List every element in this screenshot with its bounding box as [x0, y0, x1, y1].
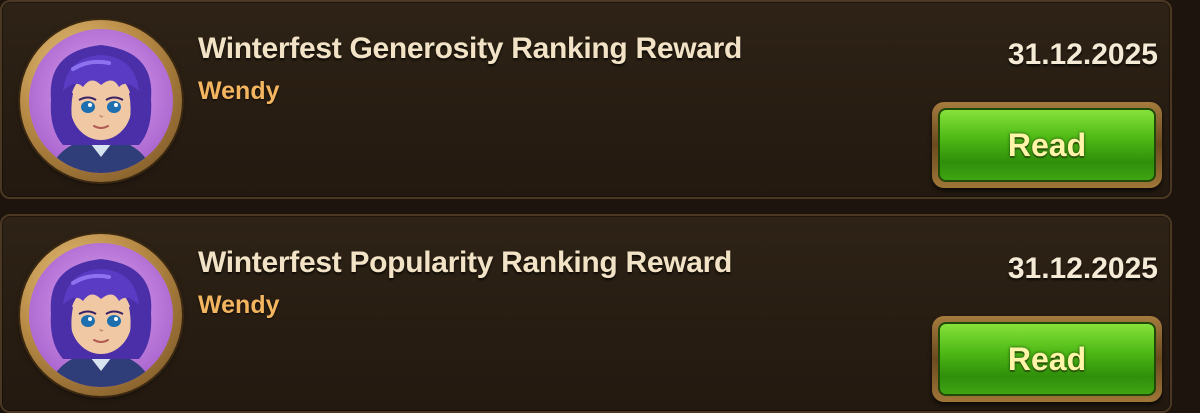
mail-sender: Wendy	[198, 77, 280, 105]
mail-item[interactable]: Winterfest Popularity Ranking Reward Wen…	[0, 214, 1172, 413]
read-button-face[interactable]: Read	[938, 322, 1156, 396]
mail-date: 31.12.2025	[1007, 38, 1158, 71]
mail-sender: Wendy	[198, 291, 280, 319]
avatar	[20, 234, 182, 396]
read-button-face[interactable]: Read	[938, 108, 1156, 182]
avatar	[20, 20, 182, 182]
mail-title: Winterfest Generosity Ranking Reward	[198, 32, 743, 65]
read-button-label: Read	[1007, 340, 1087, 377]
read-button[interactable]: Read	[932, 102, 1162, 188]
mail-date: 31.12.2025	[1007, 252, 1158, 285]
mail-item[interactable]: Winterfest Generosity Ranking Reward Wen…	[0, 0, 1172, 199]
wendy-portrait-icon	[29, 243, 173, 387]
wendy-portrait-icon	[29, 29, 173, 173]
read-button[interactable]: Read	[932, 316, 1162, 402]
read-button-label: Read	[1007, 126, 1087, 163]
mail-title: Winterfest Popularity Ranking Reward	[198, 246, 733, 279]
mail-list: Winterfest Generosity Ranking Reward Wen…	[0, 0, 1200, 413]
